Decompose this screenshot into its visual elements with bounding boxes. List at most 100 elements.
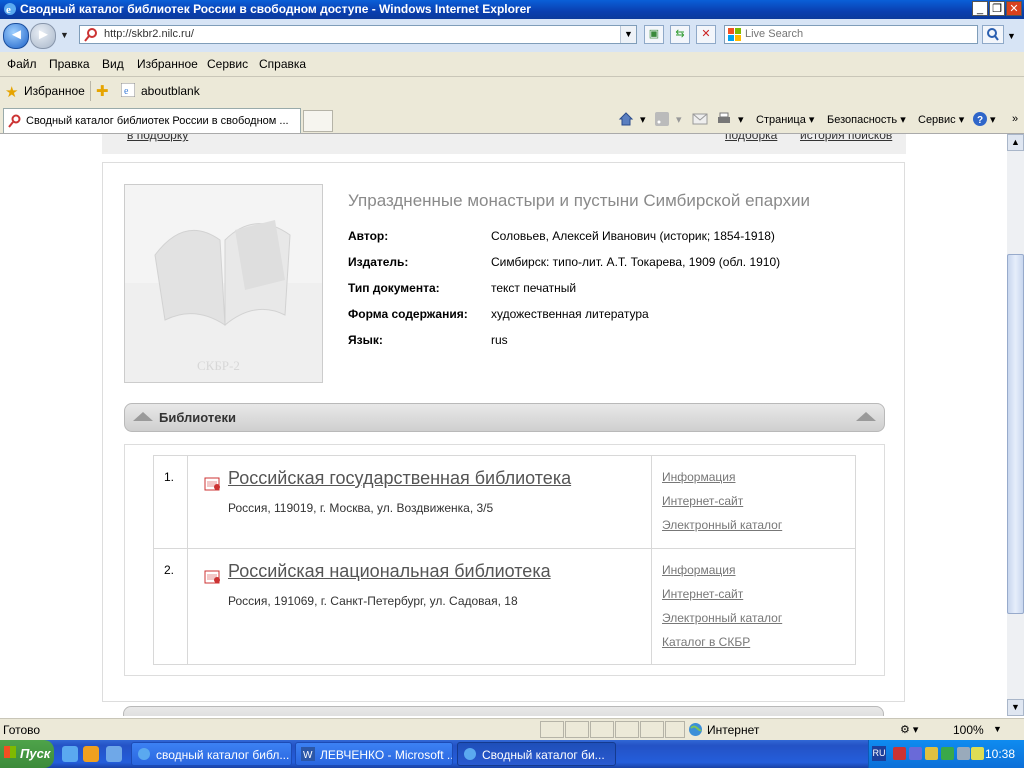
feeds-icon[interactable]: [654, 111, 670, 127]
url-dropdown-icon[interactable]: ▼: [620, 26, 636, 43]
history-dropdown-icon[interactable]: ▼: [60, 30, 69, 40]
library-name-link[interactable]: Российская национальная библиотека: [228, 561, 651, 582]
security-zone: Интернет: [707, 723, 760, 737]
library-name-link[interactable]: Российская государственная библиотека: [228, 468, 651, 489]
add-to-selection-link[interactable]: в подборку: [127, 134, 188, 142]
tray-app-icon[interactable]: [941, 747, 954, 760]
window-title: Сводный каталог библиотек России в свобо…: [20, 2, 531, 16]
taskbar-item-label: ЛЕВЧЕНКО - Microsoft ...: [320, 748, 453, 762]
menu-file[interactable]: Файл: [7, 57, 37, 71]
favorites-star-icon[interactable]: ★: [5, 83, 18, 101]
tray-network-icon[interactable]: [971, 747, 984, 760]
url-field[interactable]: http://skbr2.nilc.ru/ ▼: [79, 25, 637, 44]
favorites-item-aboutblank[interactable]: aboutblank: [141, 84, 200, 98]
refresh-button[interactable]: ⇆: [670, 25, 690, 44]
vertical-scrollbar[interactable]: ▲ ▼: [1007, 134, 1024, 716]
tray-app-icon[interactable]: [925, 747, 938, 760]
stop-button[interactable]: ✕: [696, 25, 716, 44]
internet-zone-globe-icon: [689, 723, 702, 736]
record-card: СКБР-2 Упраздненные монастыри и пустыни …: [102, 162, 905, 702]
refresh-icon: ⇆: [675, 28, 685, 40]
library-info-link[interactable]: Информация: [662, 470, 855, 484]
meta-key: Форма содержания:: [348, 307, 468, 321]
print-icon[interactable]: [716, 111, 732, 127]
scroll-down-button[interactable]: ▼: [1007, 699, 1024, 716]
taskbar-item-ie-window-active[interactable]: Сводный каталог би...: [457, 742, 616, 766]
library-address: Россия, 119019, г. Москва, ул. Воздвижен…: [228, 501, 494, 515]
zoom-level[interactable]: 100%: [953, 723, 984, 737]
security-menu[interactable]: Безопасность ▾: [827, 113, 906, 126]
menu-favorites[interactable]: Избранное: [137, 57, 198, 71]
back-button[interactable]: ◄: [3, 23, 29, 49]
libraries-header-label: Библиотеки: [159, 410, 237, 425]
language-indicator[interactable]: RU: [872, 746, 886, 761]
search-field[interactable]: [724, 25, 978, 44]
search-options-dropdown-icon[interactable]: ▼: [1007, 31, 1016, 41]
library-skbr-catalog-link[interactable]: Каталог в СКБР: [662, 635, 855, 649]
library-links: Информация Интернет-сайт Электронный кат…: [651, 455, 856, 549]
tray-app-icon[interactable]: [957, 747, 970, 760]
tab-active[interactable]: Сводный каталог библиотек России в свобо…: [3, 108, 301, 133]
minimize-button[interactable]: _: [972, 1, 988, 16]
zoom-dropdown-icon[interactable]: ▼: [993, 724, 1002, 734]
taskbar-item-word[interactable]: W ЛЕВЧЕНКО - Microsoft ...: [295, 742, 453, 766]
library-website-link[interactable]: Интернет-сайт: [662, 494, 855, 508]
library-info-link[interactable]: Информация: [662, 563, 855, 577]
quicklaunch-explorer-icon[interactable]: [106, 746, 122, 762]
library-website-link[interactable]: Интернет-сайт: [662, 587, 855, 601]
mail-icon[interactable]: [692, 111, 708, 127]
tray-app-icon[interactable]: [909, 747, 922, 760]
start-button[interactable]: Пуск: [0, 740, 54, 768]
status-text: Готово: [3, 723, 41, 737]
taskbar-item-ie-window-1[interactable]: сводный каталог библ...: [131, 742, 292, 766]
menu-help[interactable]: Справка: [259, 57, 306, 71]
collapse-triangle-icon[interactable]: [133, 412, 153, 421]
library-marker-icon: [204, 477, 220, 491]
menu-view[interactable]: Вид: [102, 57, 124, 71]
table-row: 2. Российская национальная библиотека Ро…: [153, 548, 856, 665]
collapse-triangle-icon[interactable]: [856, 412, 876, 421]
search-history-link[interactable]: история поисков: [800, 134, 892, 142]
selection-link[interactable]: подборка: [725, 134, 777, 142]
scroll-thumb[interactable]: [1007, 254, 1024, 614]
tray-app-icon[interactable]: [893, 747, 906, 760]
libraries-table: 1. Российская государственная библиотека…: [153, 455, 856, 665]
menu-edit[interactable]: Правка: [49, 57, 90, 71]
new-tab-button[interactable]: [303, 110, 333, 132]
search-button[interactable]: [982, 25, 1004, 44]
close-button[interactable]: ✕: [1006, 1, 1022, 16]
library-ecatalog-link[interactable]: Электронный каталог: [662, 518, 855, 532]
quicklaunch-mediaplayer-icon[interactable]: [83, 746, 99, 762]
search-input[interactable]: [745, 27, 973, 41]
add-favorite-icon[interactable]: ✚: [96, 82, 109, 100]
page-menu[interactable]: Страница ▾: [756, 113, 814, 126]
home-dropdown-icon[interactable]: ▾: [640, 113, 646, 126]
help-dropdown-icon[interactable]: ▾: [990, 113, 996, 126]
url-text[interactable]: http://skbr2.nilc.ru/: [104, 28, 194, 40]
library-marker-icon: [204, 570, 220, 584]
tools-menu[interactable]: Сервис ▾: [918, 113, 964, 126]
svg-text:e: e: [6, 4, 11, 16]
next-section-header[interactable]: [123, 706, 884, 716]
protected-mode-icon[interactable]: ⚙ ▾: [900, 723, 918, 736]
status-cell: [665, 721, 685, 738]
top-links-strip: в подборку подборка история поисков: [102, 134, 906, 154]
compatibility-button[interactable]: ▣: [644, 25, 664, 44]
print-dropdown-icon[interactable]: ▾: [738, 113, 744, 126]
quicklaunch-ie-icon[interactable]: [62, 746, 78, 762]
taskbar-item-label: сводный каталог библ...: [156, 748, 290, 762]
home-icon[interactable]: [618, 111, 634, 127]
libraries-section-header[interactable]: Библиотеки: [124, 403, 885, 432]
favorites-button[interactable]: Избранное: [24, 84, 85, 98]
back-arrow-icon: ◄: [9, 26, 24, 43]
help-icon[interactable]: ?: [972, 111, 988, 127]
library-ecatalog-link[interactable]: Электронный каталог: [662, 611, 855, 625]
forward-button[interactable]: ►: [30, 23, 56, 49]
more-commands-icon[interactable]: »: [1012, 113, 1018, 125]
status-cell: [540, 721, 564, 738]
scroll-up-button[interactable]: ▲: [1007, 134, 1024, 151]
meta-key: Тип документа:: [348, 281, 440, 295]
menu-tools[interactable]: Сервис: [207, 57, 248, 71]
maximize-button[interactable]: ❐: [989, 1, 1005, 16]
feeds-dropdown-icon[interactable]: ▾: [676, 113, 682, 126]
